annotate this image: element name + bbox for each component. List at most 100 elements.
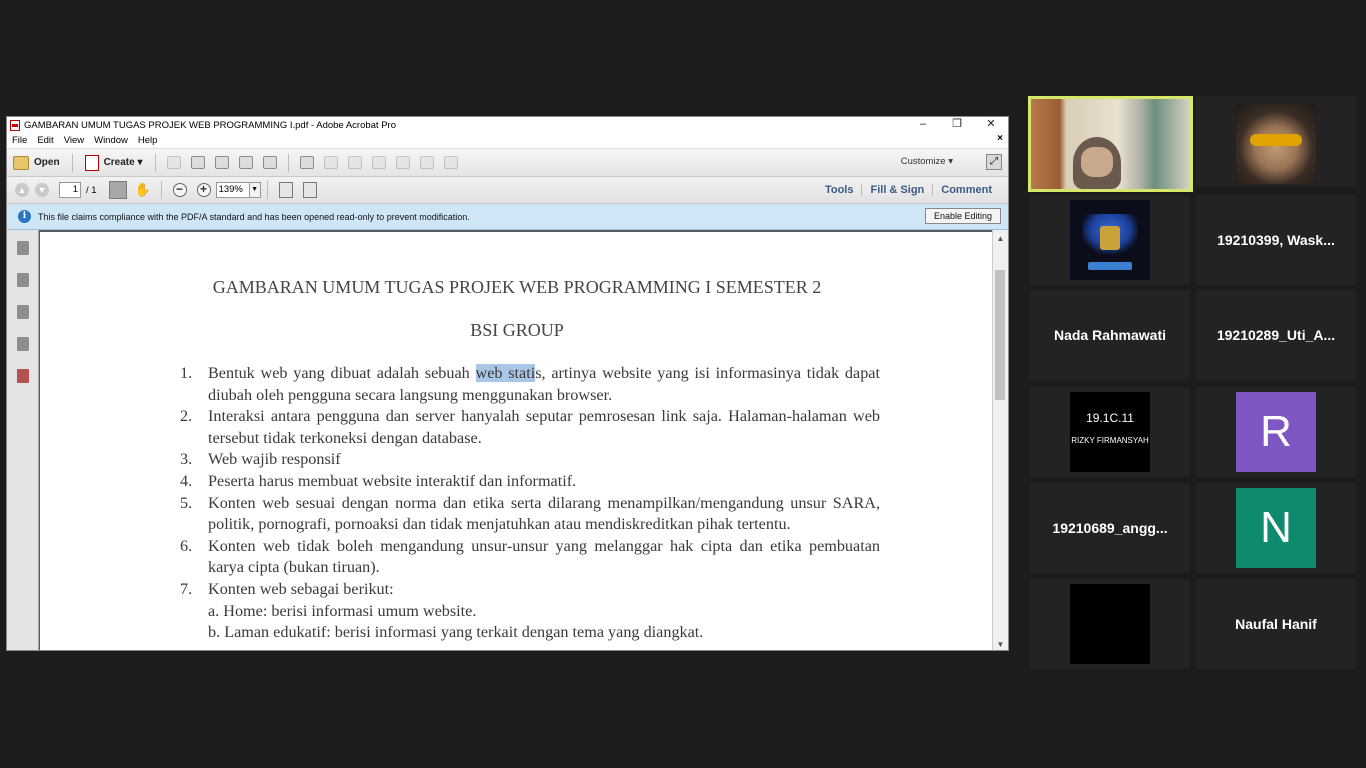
highlight-icon[interactable] [347,156,362,169]
participant-tile[interactable]: 19210689_angg... [1030,483,1190,573]
select-tool-icon[interactable] [108,181,127,199]
customize-dropdown[interactable]: Customize ▾ [901,156,953,167]
close-button[interactable]: ✕ [974,117,1008,133]
info-icon: i [18,210,31,223]
standards-icon[interactable] [16,369,29,383]
tab-tools[interactable]: Tools [817,184,862,196]
participant-tile[interactable]: 19210289_Uti_A... [1196,290,1356,380]
main-toolbar: Open Create ▾ Customize ▾ ⤢ [7,149,1008,177]
menu-file[interactable]: File [7,135,32,146]
print-icon[interactable] [214,156,229,169]
scroll-thumb[interactable] [995,270,1005,400]
toolbar-divider [154,153,156,172]
participant-tile[interactable]: 19210399, Wask... [1196,195,1356,285]
zoom-dropdown-icon[interactable]: ▼ [249,182,261,198]
toolbar-divider [287,153,289,172]
navigation-pane [7,230,39,650]
tab-comment[interactable]: Comment [932,184,1000,196]
zoom-out-icon[interactable]: − [172,183,187,197]
tab-fill-sign[interactable]: Fill & Sign [861,184,932,196]
extract-page-icon[interactable] [419,156,434,169]
participant-tile-active-speaker[interactable] [1028,96,1193,192]
create-button[interactable]: Create ▾ [79,154,149,171]
export-icon[interactable] [371,156,386,169]
previous-page-icon[interactable]: ▲ [15,183,29,197]
attachments-icon[interactable] [16,305,29,319]
participant-tile[interactable] [1030,195,1190,285]
sub-list-item: b. Laman edukatif: berisi informasi yang… [208,623,704,642]
participant-name: Nada Rahmawati [1053,327,1167,343]
expand-icon[interactable]: ⤢ [986,154,1002,170]
scroll-down-icon[interactable]: ▼ [993,640,1008,649]
list-item: 6. Konten web tidak boleh mengandung uns… [180,536,880,577]
document-title: GAMBARAN UMUM TUGAS PROJEK WEB PROGRAMMI… [212,277,822,297]
signatures-icon[interactable] [16,337,29,351]
page-number-input[interactable]: 1 [59,182,81,198]
participant-text-image: 19.1C.11 RIZKY FIRMANSYAH [1070,392,1150,472]
edit-document-icon[interactable] [238,156,253,169]
participant-avatar: N [1236,488,1316,568]
list-item: 4. Peserta harus membuat website interak… [180,471,577,490]
create-pdf-icon [84,154,99,171]
participant-video [1031,99,1190,189]
open-label: Open [34,157,60,168]
list-item: 5. Konten web sesuai dengan norma dan et… [180,493,880,534]
participant-tile[interactable]: Naufal Hanif [1196,579,1356,669]
title-bar: GAMBARAN UMUM TUGAS PROJEK WEB PROGRAMMI… [7,117,1008,133]
pdf-page[interactable]: GAMBARAN UMUM TUGAS PROJEK WEB PROGRAMMI… [40,232,994,650]
list-item: 3. Web wajib responsif [180,450,341,469]
participant-video-off [1070,584,1150,664]
text-selection: web stati [475,364,536,382]
open-button[interactable]: Open [7,155,66,170]
hand-tool-icon[interactable]: ✋ [135,182,151,198]
toolbar-divider [266,181,268,199]
scroll-up-icon[interactable]: ▲ [993,234,1008,243]
participant-name: 19210689_angg... [1052,520,1168,536]
page-total: / 1 [86,184,97,196]
vertical-scrollbar[interactable]: ▲ ▼ [992,230,1008,650]
restore-button[interactable]: ❐ [940,117,974,133]
list-item: 2. Interaksi antara pengguna dan server … [180,407,880,447]
toolbar-divider [71,153,73,172]
participant-logo-image [1070,200,1150,280]
folder-icon [13,155,29,170]
enable-editing-button[interactable]: Enable Editing [924,208,1001,224]
zoom-in-icon[interactable]: + [196,183,211,197]
participant-tile[interactable]: N [1196,483,1356,573]
participant-tile[interactable]: R [1196,387,1356,477]
menu-bar: File Edit View Window Help × [7,133,1008,149]
pdf-app-icon [10,119,20,131]
menu-view[interactable]: View [59,135,89,146]
list-item: 1. Bentuk web yang dibuat adalah sebuah … [180,364,880,404]
menu-help[interactable]: Help [133,135,163,146]
comment-icon[interactable] [323,156,338,169]
menu-window[interactable]: Window [89,135,133,146]
bookmarks-icon[interactable] [16,273,29,287]
pdfa-info-bar: i This file claims compliance with the P… [7,204,1008,230]
fit-page-icon[interactable] [278,182,293,198]
participant-tile[interactable] [1196,96,1356,186]
zoom-level-input[interactable]: 139% [215,182,250,198]
save-icon[interactable] [166,156,181,169]
navigation-toolbar: ▲ ▼ 1 / 1 ✋ − + 139% ▼ Tools Fill & Sign… [7,177,1008,204]
email-icon[interactable] [262,156,277,169]
cloud-upload-icon[interactable] [190,156,205,169]
organize-pages-icon[interactable] [443,156,458,169]
settings-gear-icon[interactable] [299,156,314,169]
participant-tile[interactable] [1030,579,1190,669]
menu-edit[interactable]: Edit [32,135,58,146]
next-page-icon[interactable]: ▼ [35,183,49,197]
sub-list-item: a. Home: berisi informasi umum website. [208,601,477,620]
fit-width-icon[interactable] [302,182,317,198]
participant-tile[interactable]: 19.1C.11 RIZKY FIRMANSYAH [1030,387,1190,477]
toolbar-divider [160,181,162,199]
participant-name: 19210289_Uti_A... [1216,327,1336,343]
close-document-button[interactable]: × [997,133,1003,144]
insert-page-icon[interactable] [395,156,410,169]
minimize-button[interactable]: – [906,117,940,133]
participant-name: Naufal Hanif [1235,616,1317,632]
list-item: 7. Konten web sebagai berikut: [180,579,394,598]
participant-tile[interactable]: Nada Rahmawati [1030,290,1190,380]
create-label: Create ▾ [103,157,143,168]
page-thumbnails-icon[interactable] [16,241,29,255]
